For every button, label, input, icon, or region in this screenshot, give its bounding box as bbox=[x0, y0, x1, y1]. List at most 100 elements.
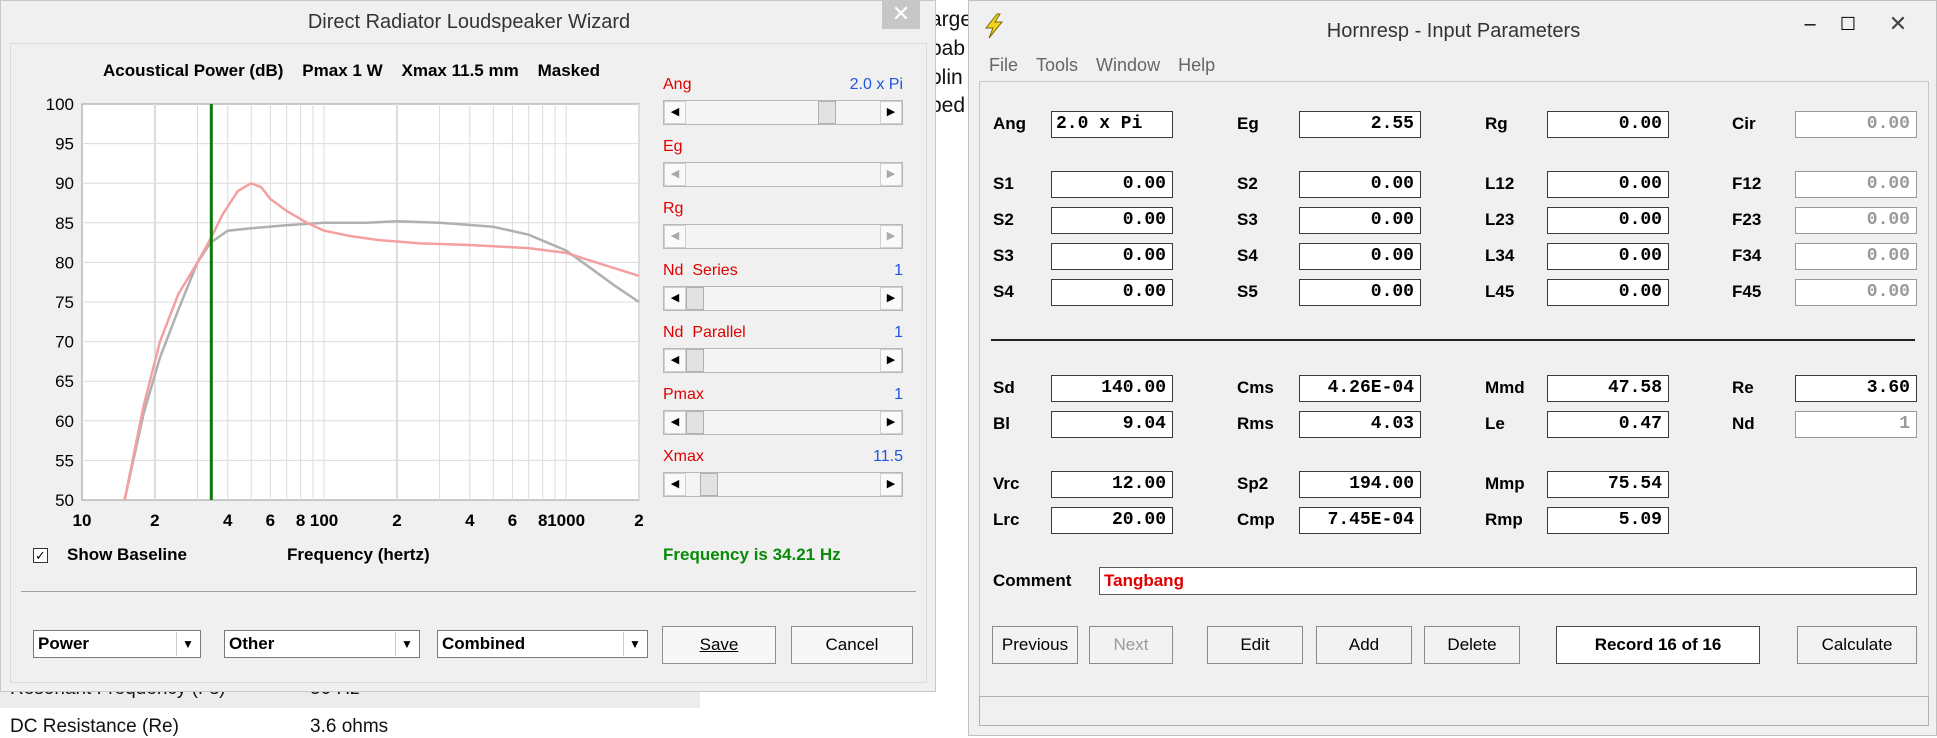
param-field[interactable]: 0.00 bbox=[1795, 243, 1917, 270]
arrow-right-icon[interactable]: ▶ bbox=[880, 287, 902, 310]
menu-item-help[interactable]: Help bbox=[1178, 55, 1215, 75]
x-tick-label: 100 bbox=[310, 511, 338, 530]
arrow-left-icon[interactable]: ◀ bbox=[664, 101, 686, 124]
arrow-right-icon[interactable]: ▶ bbox=[880, 473, 902, 496]
slider-track[interactable]: ◀ ▶ bbox=[663, 162, 903, 187]
slider-track[interactable]: ◀ ▶ bbox=[663, 224, 903, 249]
wizard-title: Direct Radiator Loudspeaker Wizard bbox=[307, 11, 631, 33]
menu-item-tools[interactable]: Tools bbox=[1036, 55, 1078, 75]
cancel-button[interactable]: Cancel bbox=[791, 626, 913, 664]
arrow-left-icon[interactable]: ◀ bbox=[664, 225, 686, 248]
param-field[interactable]: 7.45E-04 bbox=[1299, 507, 1421, 534]
comment-label: Comment bbox=[993, 571, 1072, 590]
param-field[interactable]: 0.00 bbox=[1051, 279, 1173, 306]
param-field[interactable]: 0.00 bbox=[1547, 171, 1669, 198]
param-field[interactable]: 0.00 bbox=[1051, 243, 1173, 270]
arrow-right-icon[interactable]: ▶ bbox=[880, 101, 902, 124]
x-tick-label: 6 bbox=[266, 511, 275, 530]
x-tick-label: 4 bbox=[223, 511, 233, 530]
param-label: Cir bbox=[1732, 114, 1756, 133]
maximize-icon[interactable]: ☐ bbox=[1833, 11, 1863, 37]
param-field[interactable]: 194.00 bbox=[1299, 471, 1421, 498]
slider-track[interactable]: ◀ ▶ bbox=[663, 472, 903, 497]
param-field[interactable]: 0.00 bbox=[1795, 171, 1917, 198]
param-field[interactable]: 5.09 bbox=[1547, 507, 1669, 534]
power-combo[interactable]: Power ▼ bbox=[33, 630, 201, 658]
param-field[interactable]: 2.0 x Pi bbox=[1051, 111, 1173, 138]
param-field[interactable]: 0.00 bbox=[1795, 207, 1917, 234]
param-field[interactable]: 0.00 bbox=[1299, 279, 1421, 306]
show-baseline-checkbox[interactable]: ✓ bbox=[33, 548, 48, 563]
arrow-right-icon[interactable]: ▶ bbox=[880, 349, 902, 372]
power-chart[interactable]: 5055606570758085909510010 2 4 6 8 100 2 4 6 8 1000… bbox=[11, 44, 651, 564]
slider-thumb[interactable] bbox=[818, 101, 836, 124]
wizard-close-icon[interactable]: ✕ bbox=[882, 1, 920, 29]
param-field[interactable]: 4.26E-04 bbox=[1299, 375, 1421, 402]
save-button[interactable]: Save bbox=[662, 626, 776, 664]
arrow-right-icon[interactable]: ▶ bbox=[880, 411, 902, 434]
param-field[interactable]: 2.55 bbox=[1299, 111, 1421, 138]
x-tick-label: 4 bbox=[465, 511, 475, 530]
param-label: Mmd bbox=[1485, 378, 1525, 397]
param-field[interactable]: 0.00 bbox=[1547, 279, 1669, 306]
param-field[interactable]: 3.60 bbox=[1795, 375, 1917, 402]
arrow-left-icon[interactable]: ◀ bbox=[664, 349, 686, 372]
param-field[interactable]: 0.00 bbox=[1547, 111, 1669, 138]
param-label: S4 bbox=[993, 282, 1014, 301]
param-field[interactable]: 47.58 bbox=[1547, 375, 1669, 402]
edit-button[interactable]: Edit bbox=[1207, 626, 1303, 664]
param-field[interactable]: 1 bbox=[1795, 411, 1917, 438]
param-label: F12 bbox=[1732, 174, 1762, 193]
arrow-left-icon[interactable]: ◀ bbox=[664, 411, 686, 434]
arrow-right-icon[interactable]: ▶ bbox=[880, 163, 902, 186]
arrow-left-icon[interactable]: ◀ bbox=[664, 473, 686, 496]
param-field[interactable]: 4.03 bbox=[1299, 411, 1421, 438]
param-field[interactable]: 0.00 bbox=[1299, 207, 1421, 234]
param-field[interactable]: 0.47 bbox=[1547, 411, 1669, 438]
param-field[interactable]: 0.00 bbox=[1051, 207, 1173, 234]
slider-track[interactable]: ◀ ▶ bbox=[663, 286, 903, 311]
param-field[interactable]: 0.00 bbox=[1547, 207, 1669, 234]
param-field[interactable]: 0.00 bbox=[1299, 171, 1421, 198]
param-field[interactable]: 12.00 bbox=[1051, 471, 1173, 498]
chevron-down-icon: ▼ bbox=[623, 632, 646, 656]
next-button[interactable]: Next bbox=[1089, 626, 1173, 664]
delete-button[interactable]: Delete bbox=[1424, 626, 1520, 664]
param-field[interactable]: 0.00 bbox=[1051, 171, 1173, 198]
combined-combo[interactable]: Combined ▼ bbox=[437, 630, 648, 658]
record-indicator: Record 16 of 16 bbox=[1556, 626, 1760, 664]
menu-item-window[interactable]: Window bbox=[1096, 55, 1160, 75]
other-combo[interactable]: Other ▼ bbox=[224, 630, 420, 658]
hornresp-close-icon[interactable]: ✕ bbox=[1874, 9, 1922, 39]
param-label: S3 bbox=[1237, 210, 1258, 229]
param-field[interactable]: 0.00 bbox=[1547, 243, 1669, 270]
slider-thumb[interactable] bbox=[686, 349, 704, 372]
param-field[interactable]: 9.04 bbox=[1051, 411, 1173, 438]
slider-track[interactable]: ◀ ▶ bbox=[663, 410, 903, 435]
arrow-left-icon[interactable]: ◀ bbox=[664, 163, 686, 186]
slider-thumb[interactable] bbox=[686, 411, 704, 434]
x-tick-label: 6 bbox=[508, 511, 517, 530]
add-button[interactable]: Add bbox=[1316, 626, 1412, 664]
slider-thumb[interactable] bbox=[700, 473, 718, 496]
menu-item-file[interactable]: File bbox=[989, 55, 1018, 75]
param-field[interactable]: 0.00 bbox=[1795, 111, 1917, 138]
y-tick-label: 55 bbox=[55, 451, 74, 470]
param-field[interactable]: 0.00 bbox=[1795, 279, 1917, 306]
slider-thumb[interactable] bbox=[686, 287, 704, 310]
slider-track[interactable]: ◀ ▶ bbox=[663, 348, 903, 373]
previous-button[interactable]: Previous bbox=[992, 626, 1078, 664]
slider-track[interactable]: ◀ ▶ bbox=[663, 100, 903, 125]
param-field[interactable]: 140.00 bbox=[1051, 375, 1173, 402]
x-tick-label: 8 bbox=[538, 511, 547, 530]
calculate-button[interactable]: Calculate bbox=[1797, 626, 1917, 664]
minimize-icon[interactable]: – bbox=[1795, 11, 1825, 37]
param-field[interactable]: 75.54 bbox=[1547, 471, 1669, 498]
arrow-left-icon[interactable]: ◀ bbox=[664, 287, 686, 310]
param-field[interactable]: 20.00 bbox=[1051, 507, 1173, 534]
arrow-right-icon[interactable]: ▶ bbox=[880, 225, 902, 248]
param-label: Cmp bbox=[1237, 510, 1275, 529]
comment-input[interactable]: Tangbang bbox=[1099, 567, 1917, 595]
param-field[interactable]: 0.00 bbox=[1299, 243, 1421, 270]
y-tick-label: 95 bbox=[55, 135, 74, 154]
